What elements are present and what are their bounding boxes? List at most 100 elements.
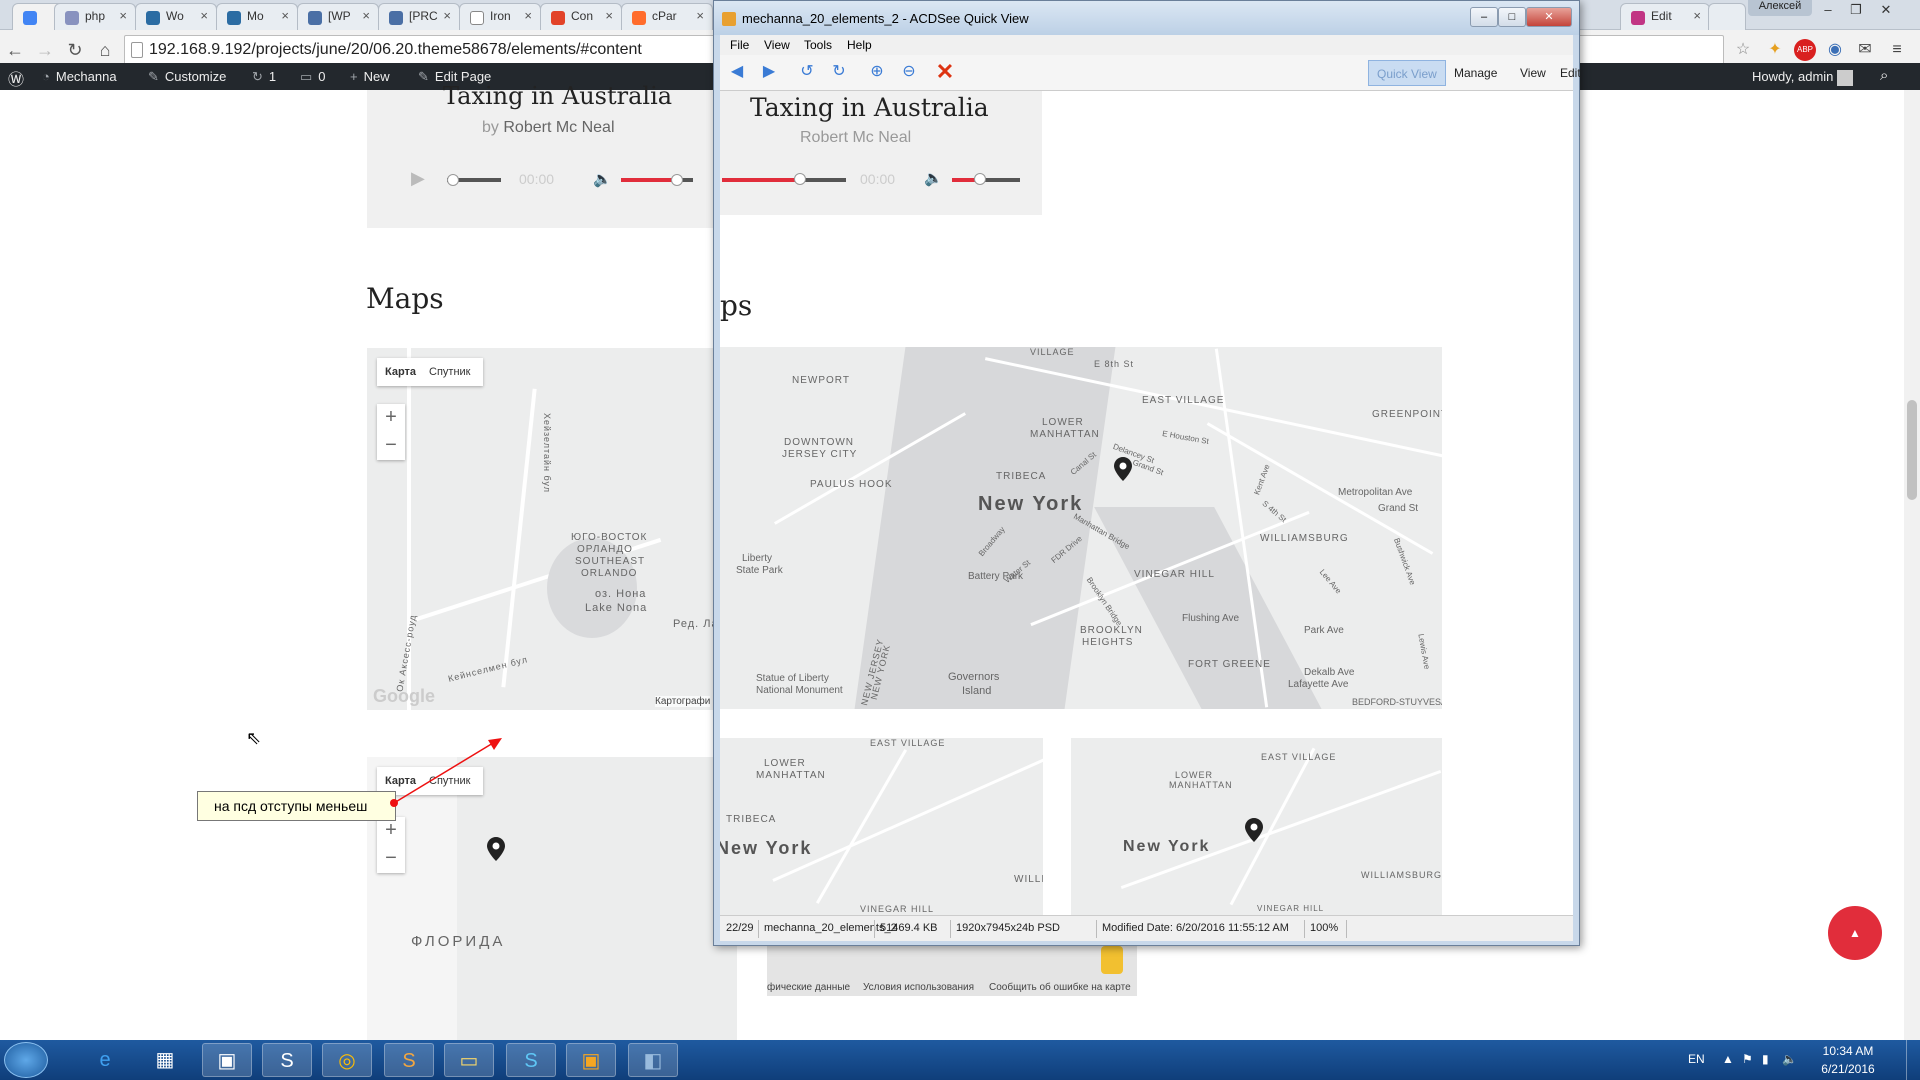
sublime-text-icon[interactable]: S — [384, 1043, 434, 1077]
map-orlando[interactable]: Карта Спутник + − ЮГО-ВОСТОК ОРЛАНДО SOU… — [367, 348, 713, 710]
tab-close-icon[interactable]: × — [443, 8, 451, 23]
mode-edit[interactable]: Edit — [1552, 60, 1589, 86]
scroll-to-top-button[interactable]: ▲ — [1828, 906, 1882, 960]
acdsee-taskbar-icon[interactable]: ▣ — [566, 1043, 616, 1077]
profile-badge[interactable]: Алексей — [1748, 0, 1812, 16]
paint-tool-icon[interactable]: ◧ — [628, 1043, 678, 1077]
tab-edit[interactable]: Edit × — [1620, 3, 1710, 30]
menu-icon[interactable]: ≡ — [1886, 39, 1908, 61]
mode-manage[interactable]: Manage — [1446, 60, 1505, 86]
delete-icon[interactable]: ✕ — [934, 61, 956, 83]
tab-close-icon[interactable]: × — [696, 8, 704, 23]
acdsee-titlebar[interactable]: mechanna_20_elements_2 - ACDSee Quick Vi… — [714, 1, 1579, 35]
tab-cpanel[interactable]: cPar × — [621, 3, 713, 30]
close-icon[interactable]: ✕ — [1872, 2, 1900, 20]
tab-wordpress[interactable]: Wo × — [135, 3, 217, 30]
volume-handle[interactable] — [671, 174, 683, 186]
next-icon[interactable]: ▶ — [758, 61, 780, 83]
globe-icon[interactable]: ◉ — [1824, 39, 1846, 61]
acdsee-image-view[interactable]: Taxing in Australia Robert Mc Neal 00:00… — [720, 91, 1573, 915]
tab-prc-jira[interactable]: [PRC × — [378, 3, 460, 30]
zoom-out-button[interactable]: − — [377, 432, 405, 460]
customize-link[interactable]: ✎ Customize — [148, 69, 226, 85]
tab-close-icon[interactable]: × — [281, 8, 289, 23]
updates-link[interactable]: ↻ 1 — [252, 69, 276, 85]
map-type-map-button[interactable]: Карта — [385, 366, 416, 378]
zoom-in-button[interactable]: + — [377, 404, 405, 432]
tab-close-icon[interactable]: × — [1693, 8, 1701, 23]
tab-wp-jira[interactable]: [WP × — [297, 3, 379, 30]
site-name-link[interactable]: ◔ Mechanna — [42, 69, 117, 84]
acdsee-minimize-icon[interactable]: – — [1470, 7, 1498, 27]
tab-close-icon[interactable]: × — [605, 8, 613, 23]
tab-close-icon[interactable]: × — [119, 8, 127, 23]
map-attribution[interactable]: Картографи — [655, 696, 711, 707]
zoom-out-icon[interactable]: ⊖ — [898, 61, 920, 83]
volume-icon[interactable]: 🔈 — [593, 170, 612, 188]
zoom-in-button[interactable]: + — [377, 817, 405, 845]
adblock-icon[interactable]: ABP — [1794, 39, 1816, 61]
speaker-icon[interactable]: 🔈 — [1782, 1052, 1797, 1066]
network-icon[interactable]: ▮ — [1762, 1052, 1769, 1066]
tab-monster[interactable]: Mo × — [216, 3, 298, 30]
bookmark-star-icon[interactable]: ☆ — [1732, 39, 1754, 61]
reload-icon[interactable]: ↻ — [62, 38, 88, 62]
new-content-link[interactable]: + New — [350, 69, 390, 84]
progress-handle[interactable] — [447, 174, 459, 186]
show-desktop-button[interactable] — [1906, 1040, 1920, 1080]
restore-icon[interactable]: ❐ — [1842, 2, 1870, 20]
language-indicator[interactable]: EN — [1688, 1052, 1705, 1066]
tab-close-icon[interactable]: × — [200, 8, 208, 23]
clock-date[interactable]: 6/21/2016 — [1808, 1062, 1888, 1076]
tab-close-icon[interactable]: × — [524, 8, 532, 23]
menu-help[interactable]: Help — [847, 38, 872, 52]
map-footer-data[interactable]: фические данные — [767, 982, 850, 993]
skype-s-icon[interactable]: S — [262, 1043, 312, 1077]
tray-expand-icon[interactable]: ▲ — [1722, 1052, 1734, 1066]
map-marker-icon[interactable] — [487, 837, 505, 861]
calculator-icon[interactable]: ▦ — [140, 1043, 190, 1077]
zoom-out-button[interactable]: − — [377, 845, 405, 873]
acdsee-maximize-icon[interactable]: □ — [1498, 7, 1526, 27]
file-explorer-icon[interactable]: ▭ — [444, 1043, 494, 1077]
flag-icon[interactable]: ⚑ — [1742, 1052, 1753, 1066]
forward-arrow-icon[interactable]: → — [32, 38, 58, 62]
map-footer-terms[interactable]: Условия использования — [863, 982, 974, 993]
map-type-satellite-button[interactable]: Спутник — [429, 366, 470, 378]
tab-close-icon[interactable]: × — [362, 8, 370, 23]
rotate-left-icon[interactable]: ↺ — [796, 61, 818, 83]
map-footer-report[interactable]: Сообщить об ошибке на карте — [989, 982, 1131, 993]
skype-icon[interactable]: S — [506, 1043, 556, 1077]
extension-icon[interactable]: ✦ — [1764, 39, 1786, 61]
menu-tools[interactable]: Tools — [804, 38, 832, 52]
previous-icon[interactable]: ◀ — [726, 61, 748, 83]
back-arrow-icon[interactable]: ← — [2, 38, 28, 62]
rotate-right-icon[interactable]: ↻ — [828, 61, 850, 83]
play-icon[interactable]: ▶ — [411, 168, 425, 189]
mode-quick-view[interactable]: Quick View — [1368, 60, 1446, 86]
internet-explorer-icon[interactable]: e — [80, 1043, 130, 1077]
account-menu[interactable]: Howdy, admin — [1752, 69, 1854, 86]
start-button[interactable] — [4, 1042, 48, 1078]
page-scrollbar[interactable] — [1904, 90, 1920, 1040]
minimize-icon[interactable]: – — [1814, 2, 1842, 20]
menu-file[interactable]: File — [730, 38, 749, 52]
save-disk-icon[interactable]: ▣ — [202, 1043, 252, 1077]
new-tab-button[interactable] — [1708, 3, 1746, 30]
clock-time[interactable]: 10:34 AM — [1808, 1044, 1888, 1058]
tab-gitlab[interactable]: Con × — [540, 3, 622, 30]
wordpress-logo-icon[interactable]: Ⓦ — [8, 66, 24, 90]
scrollbar-thumb[interactable] — [1907, 400, 1917, 500]
home-icon[interactable]: ⌂ — [92, 38, 118, 62]
tab-php[interactable]: php × — [54, 3, 136, 30]
mode-view[interactable]: View — [1512, 60, 1554, 86]
comments-link[interactable]: ▭ 0 — [300, 69, 326, 85]
chrome-icon[interactable]: ◎ — [322, 1043, 372, 1077]
acdsee-close-icon[interactable]: ✕ — [1526, 7, 1572, 27]
mail-icon[interactable]: ✉ — [1854, 39, 1876, 61]
menu-view[interactable]: View — [764, 38, 790, 52]
tab-iron[interactable]: Iron × — [459, 3, 541, 30]
search-icon[interactable]: ⌕ — [1880, 67, 1888, 84]
pegman-icon[interactable] — [1101, 946, 1123, 974]
zoom-in-icon[interactable]: ⊕ — [866, 61, 888, 83]
